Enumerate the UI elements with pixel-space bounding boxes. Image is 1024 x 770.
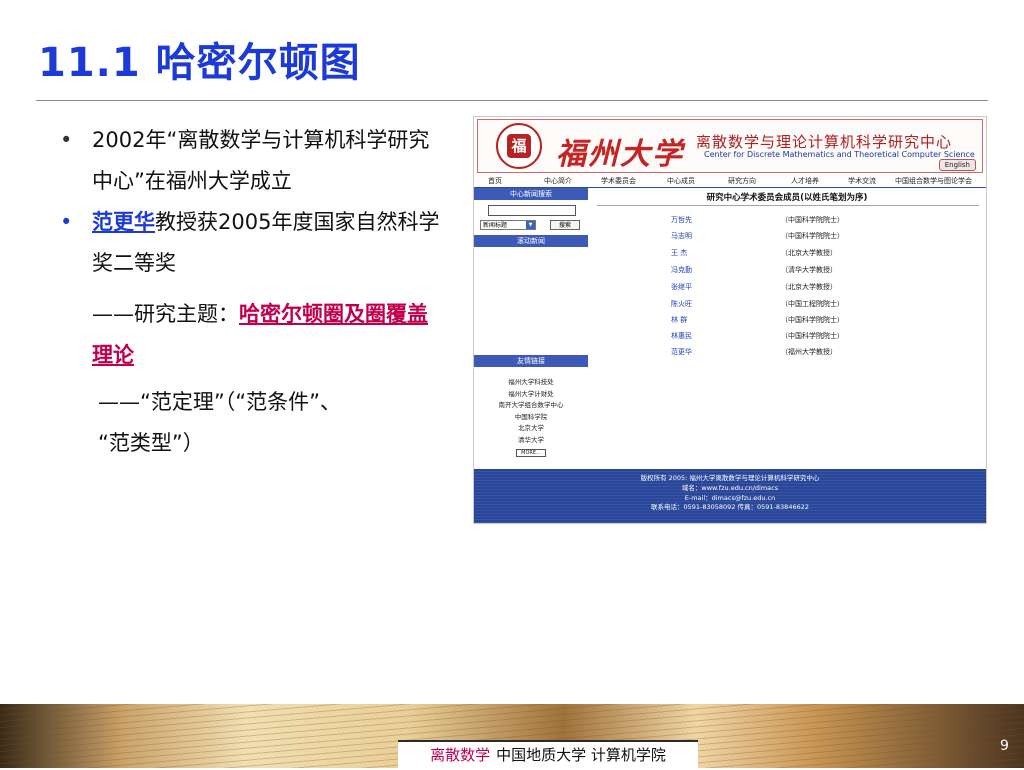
fan-type-text: “范类型”） xyxy=(98,431,204,455)
member-name[interactable]: 万哲先 xyxy=(671,215,692,225)
news-search-header: 中心新闻搜索 xyxy=(474,188,588,200)
friend-link[interactable]: 福州大学科技处 xyxy=(474,377,588,389)
center-name-en: Center for Discrete Mathematics and Theo… xyxy=(704,150,975,159)
member-affiliation: （中国科学院院士） xyxy=(781,316,844,324)
footer-copyright: 版权所有 2005: 福州大学离散数学与理论计算机科学研究中心 xyxy=(640,474,820,482)
scroll-news-area xyxy=(474,247,588,355)
member-affiliation: （中国科学院院士） xyxy=(781,232,844,240)
university-calligraphy: 福州大学 xyxy=(556,137,684,172)
member-affiliation: （福州大学教授） xyxy=(781,348,837,356)
footer-phone: 联系电话：0591-83058092 传真：0591-83846622 xyxy=(650,503,809,512)
slide-content: • 2002年“离散数学与计算机科学研究中心”在福州大学成立 • 范更华教授获2… xyxy=(60,120,440,464)
member-affiliation: （北京大学教授） xyxy=(781,283,837,291)
more-button[interactable]: MORE... xyxy=(516,448,546,457)
member-name[interactable]: 林 群 xyxy=(671,315,687,325)
friend-link[interactable]: 清华大学 xyxy=(474,435,588,447)
bullet-award: • 范更华教授获2005年度国家自然科学奖二等奖 xyxy=(60,202,440,284)
slide-title: 11.1 哈密尔顿图 xyxy=(38,40,361,86)
research-topic-line: ——研究主题：哈密尔顿圈及圈覆盖理论 xyxy=(60,294,440,376)
nav-item-training[interactable]: 人才培养 xyxy=(791,176,819,186)
news-search-input[interactable] xyxy=(488,205,576,216)
member-name[interactable]: 范更华 xyxy=(671,347,692,357)
friend-link[interactable]: 北京大学 xyxy=(474,423,588,435)
nav-item-society[interactable]: 中国组合数学与图论学会 xyxy=(895,176,972,186)
member-name[interactable]: 冯克勤 xyxy=(671,265,692,275)
nav-item-research[interactable]: 研究方向 xyxy=(728,176,756,186)
search-button[interactable]: 搜索 xyxy=(550,220,580,230)
footer-school-name: 中国地质大学 计算机学院 xyxy=(496,746,666,764)
chevron-down-icon: ▼ xyxy=(526,221,535,229)
footer-course-name: 离散数学 xyxy=(430,746,491,764)
fan-genghua-link[interactable]: 范更华 xyxy=(92,210,155,234)
nav-item-about[interactable]: 中心简介 xyxy=(544,176,572,186)
fan-theorem-line: ——“范定理”（“范条件”、 “范类型”） xyxy=(60,382,440,464)
university-seal-icon: 福 xyxy=(496,123,542,169)
title-divider xyxy=(36,100,988,101)
site-footer: 版权所有 2005: 福州大学离散数学与理论计算机科学研究中心 域名：www.f… xyxy=(474,469,986,523)
bullet-dot-icon: • xyxy=(60,210,73,234)
footer-email: E-mail：dimacs@fzu.edu.cn xyxy=(684,493,776,502)
member-name[interactable]: 林惠民 xyxy=(671,331,692,341)
search-field-select[interactable]: 新闻标题 ▼ xyxy=(480,220,536,230)
site-main-column: 研究中心学术委员会成员(以姓氏笔划为序) 万哲先 （中国科学院院士） 马志明 （… xyxy=(591,188,983,468)
seal-char: 福 xyxy=(507,134,531,158)
friend-links-header: 友情链接 xyxy=(474,355,588,367)
nav-item-members[interactable]: 中心成员 xyxy=(667,176,695,186)
friend-link[interactable]: 福州大学计财处 xyxy=(474,389,588,401)
member-affiliation: （中国工程院院士） xyxy=(781,300,844,308)
slide-footer: 离散数学 中国地质大学 计算机学院 xyxy=(398,740,698,770)
member-affiliation: （中国科学院院士） xyxy=(781,332,844,340)
friend-links-list: 福州大学科技处 福州大学计财处 南开大学组合数学中心 中国科学院 北京大学 清华… xyxy=(474,377,588,458)
english-button[interactable]: English xyxy=(938,159,976,171)
search-select-value: 新闻标题 xyxy=(483,222,508,229)
site-nav: 首页 中心简介 学术委员会 中心成员 研究方向 人才培养 学术交流 中国组合数学… xyxy=(474,173,986,188)
member-name[interactable]: 陈火旺 xyxy=(671,299,692,309)
fan-theorem-text: ——“范定理”（“范条件”、 xyxy=(98,390,342,414)
nav-item-home[interactable]: 首页 xyxy=(488,176,502,186)
member-affiliation: （中国科学院院士） xyxy=(781,216,844,224)
page-number: 9 xyxy=(1000,738,1009,754)
member-name[interactable]: 张继平 xyxy=(671,282,692,292)
committee-title: 研究中心学术委员会成员(以姓氏笔划为序) xyxy=(706,193,868,203)
friend-link[interactable]: 中国科学院 xyxy=(474,412,588,424)
center-name-cn: 离散数学与理论计算机科学研究中心 xyxy=(696,133,953,151)
bullet-dot-icon: • xyxy=(60,128,73,152)
nav-item-exchange[interactable]: 学术交流 xyxy=(848,176,876,186)
friend-link[interactable]: 南开大学组合数学中心 xyxy=(474,400,588,412)
topic-lead-text: ——研究主题： xyxy=(92,302,239,326)
bullet-text: 2002年“离散数学与计算机科学研究中心”在福州大学成立 xyxy=(92,128,430,193)
site-banner: 福 福州大学 离散数学与理论计算机科学研究中心 Center for Discr… xyxy=(474,117,986,173)
member-affiliation: （北京大学教授） xyxy=(781,249,837,257)
website-screenshot: 福 福州大学 离散数学与理论计算机科学研究中心 Center for Discr… xyxy=(473,116,987,524)
site-left-column: 中心新闻搜索 新闻标题 ▼ 搜索 滚动新闻 友情链接 福州大学科技处 福州大学计… xyxy=(474,188,588,468)
nav-item-committee[interactable]: 学术委员会 xyxy=(601,176,636,186)
footer-domain: 域名：www.fzu.edu.cn/dimacs xyxy=(681,483,779,492)
member-affiliation: （清华大学教授） xyxy=(781,266,837,274)
bullet-center-founded: • 2002年“离散数学与计算机科学研究中心”在福州大学成立 xyxy=(60,120,440,202)
scroll-news-header: 滚动新闻 xyxy=(474,235,588,247)
committee-divider xyxy=(597,205,979,206)
member-name[interactable]: 马志明 xyxy=(671,231,692,241)
search-row: 新闻标题 ▼ 搜索 xyxy=(480,220,588,231)
member-name[interactable]: 王 杰 xyxy=(671,248,687,258)
